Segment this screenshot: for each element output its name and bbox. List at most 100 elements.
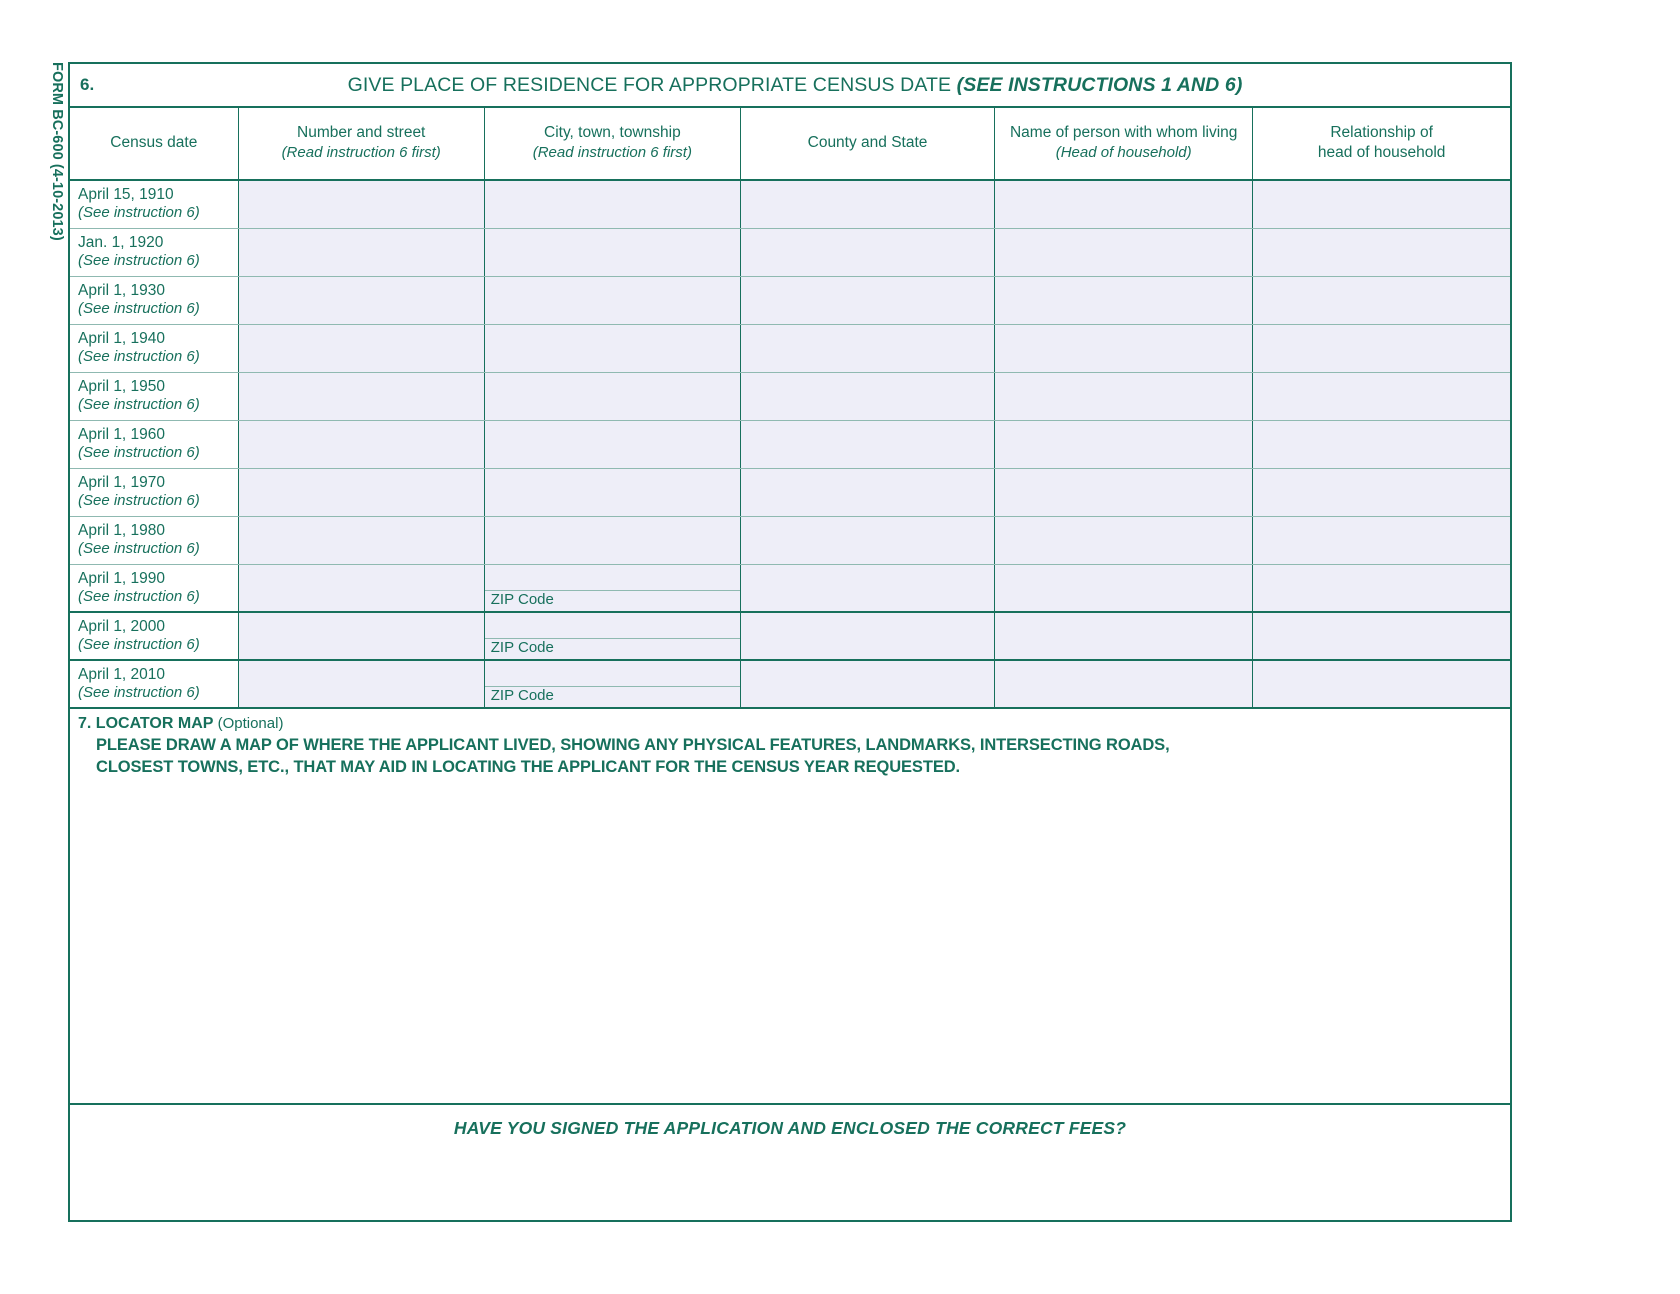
col-header-county-title: County and State [807,133,928,151]
field-relationship[interactable] [1252,468,1510,517]
table-row: April 1, 1950 (See instruction 6) [70,372,1510,421]
census-date-value: April 1, 1980 [78,521,166,539]
census-date-value: April 1, 1930 [78,281,166,299]
field-number-and-street[interactable] [237,564,485,613]
col-header-number-street-title: Number and street [297,123,426,141]
field-name-of-person[interactable] [994,324,1253,373]
field-number-and-street[interactable] [237,516,485,565]
field-city-town-township[interactable]: ZIP Code [483,564,741,613]
col-header-relationship-sub: head of household [1317,143,1446,161]
field-relationship[interactable] [1252,660,1510,709]
field-city-town-township[interactable] [483,228,741,277]
field-city-town-township[interactable] [483,276,741,325]
section7-instruction-line-2: CLOSEST TOWNS, ETC., THAT MAY AID IN LOC… [96,757,961,776]
field-name-of-person[interactable] [994,660,1253,709]
footer-band: HAVE YOU SIGNED THE APPLICATION AND ENCL… [70,1105,1510,1151]
field-county-and-state[interactable] [739,468,995,517]
field-number-and-street[interactable] [237,660,485,709]
field-number-and-street[interactable] [237,276,485,325]
field-relationship[interactable] [1252,276,1510,325]
city-with-zip-wrapper: ZIP Code [484,661,740,707]
section7-heading: 7. LOCATOR MAP (Optional) [70,709,1510,733]
field-number-and-street[interactable] [237,372,485,421]
field-county-and-state[interactable] [739,276,995,325]
table-row: April 1, 1960 (See instruction 6) [70,420,1510,469]
census-date-instruction: (See instruction 6) [78,299,200,317]
field-name-of-person[interactable] [994,372,1253,421]
field-county-and-state[interactable] [739,612,995,661]
field-name-of-person[interactable] [994,564,1253,613]
field-relationship[interactable] [1252,372,1510,421]
col-header-relationship: Relationship of head of household [1252,108,1510,181]
cell-census-date: April 1, 1980 (See instruction 6) [70,516,239,565]
field-relationship[interactable] [1252,228,1510,277]
col-header-county-state: County and State [739,108,995,181]
table-row: April 1, 2010 (See instruction 6) ZIP Code [70,660,1510,709]
census-date-instruction: (See instruction 6) [78,204,200,222]
field-county-and-state[interactable] [739,228,995,277]
form-outer-box: 6. GIVE PLACE OF RESIDENCE FOR APPROPRIA… [68,62,1512,1222]
field-name-of-person[interactable] [994,276,1253,325]
census-date-instruction: (See instruction 6) [78,539,200,557]
col-header-number-street-sub: (Read instruction 6 first) [281,143,441,161]
col-header-name-sub: (Head of household) [1055,143,1192,161]
field-county-and-state[interactable] [739,324,995,373]
section6-heading-italic: (SEE INSTRUCTIONS 1 AND 6) [956,73,1243,96]
field-name-of-person[interactable] [994,420,1253,469]
field-number-and-street[interactable] [237,612,485,661]
field-name-of-person[interactable] [994,228,1253,277]
field-relationship[interactable] [1252,564,1510,613]
field-relationship[interactable] [1252,516,1510,565]
field-relationship[interactable] [1252,612,1510,661]
field-city-town-township[interactable] [483,420,741,469]
section6-title-bar: 6. GIVE PLACE OF RESIDENCE FOR APPROPRIA… [70,64,1510,108]
form-number-label: FORM BC-600 (4-10-2013) [49,62,65,241]
zip-code-label: ZIP Code [490,590,554,608]
census-date-instruction: (See instruction 6) [78,443,200,461]
field-number-and-street[interactable] [237,468,485,517]
field-number-and-street[interactable] [237,228,485,277]
cell-census-date: April 1, 1970 (See instruction 6) [70,468,239,517]
field-city-town-township[interactable] [483,180,741,229]
cell-census-date: April 1, 2010 (See instruction 6) [70,660,239,709]
field-name-of-person[interactable] [994,180,1253,229]
col-header-name-of-person: Name of person with whom living (Head of… [994,108,1253,181]
field-relationship[interactable] [1252,180,1510,229]
field-county-and-state[interactable] [739,372,995,421]
census-date-value: Jan. 1, 1920 [78,233,164,251]
field-city-town-township[interactable] [483,324,741,373]
field-city-town-township[interactable] [483,468,741,517]
cell-census-date: April 1, 2000 (See instruction 6) [70,612,239,661]
cell-census-date: April 1, 1960 (See instruction 6) [70,420,239,469]
city-with-zip-wrapper: ZIP Code [484,565,740,612]
field-city-town-township[interactable] [483,516,741,565]
field-name-of-person[interactable] [994,468,1253,517]
field-number-and-street[interactable] [237,420,485,469]
field-city-town-township[interactable]: ZIP Code [483,612,741,661]
field-number-and-street[interactable] [237,324,485,373]
field-county-and-state[interactable] [739,564,995,613]
table-row: April 1, 1990 (See instruction 6) ZIP Code [70,564,1510,613]
field-city-town-township[interactable] [483,372,741,421]
field-city-town-township[interactable]: ZIP Code [483,660,741,709]
section7-locator-map[interactable]: 7. LOCATOR MAP (Optional) PLEASE DRAW A … [70,709,1510,1105]
table-row: April 1, 1940 (See instruction 6) [70,324,1510,373]
col-header-city-title: City, town, township [544,123,681,141]
cell-census-date: April 1, 1950 (See instruction 6) [70,372,239,421]
col-header-name-title: Name of person with whom living [1009,123,1238,141]
field-number-and-street[interactable] [237,180,485,229]
census-date-value: April 1, 1990 [78,569,166,587]
field-relationship[interactable] [1252,324,1510,373]
field-county-and-state[interactable] [739,660,995,709]
field-county-and-state[interactable] [739,420,995,469]
census-date-instruction: (See instruction 6) [78,347,200,365]
section6-heading-main: GIVE PLACE OF RESIDENCE FOR APPROPRIATE … [347,73,957,96]
field-name-of-person[interactable] [994,612,1253,661]
census-date-value: April 1, 1960 [78,425,166,443]
field-name-of-person[interactable] [994,516,1253,565]
field-county-and-state[interactable] [739,180,995,229]
field-relationship[interactable] [1252,420,1510,469]
col-header-census-date: Census date [70,108,239,181]
col-header-city-sub: (Read instruction 6 first) [532,143,692,161]
field-county-and-state[interactable] [739,516,995,565]
